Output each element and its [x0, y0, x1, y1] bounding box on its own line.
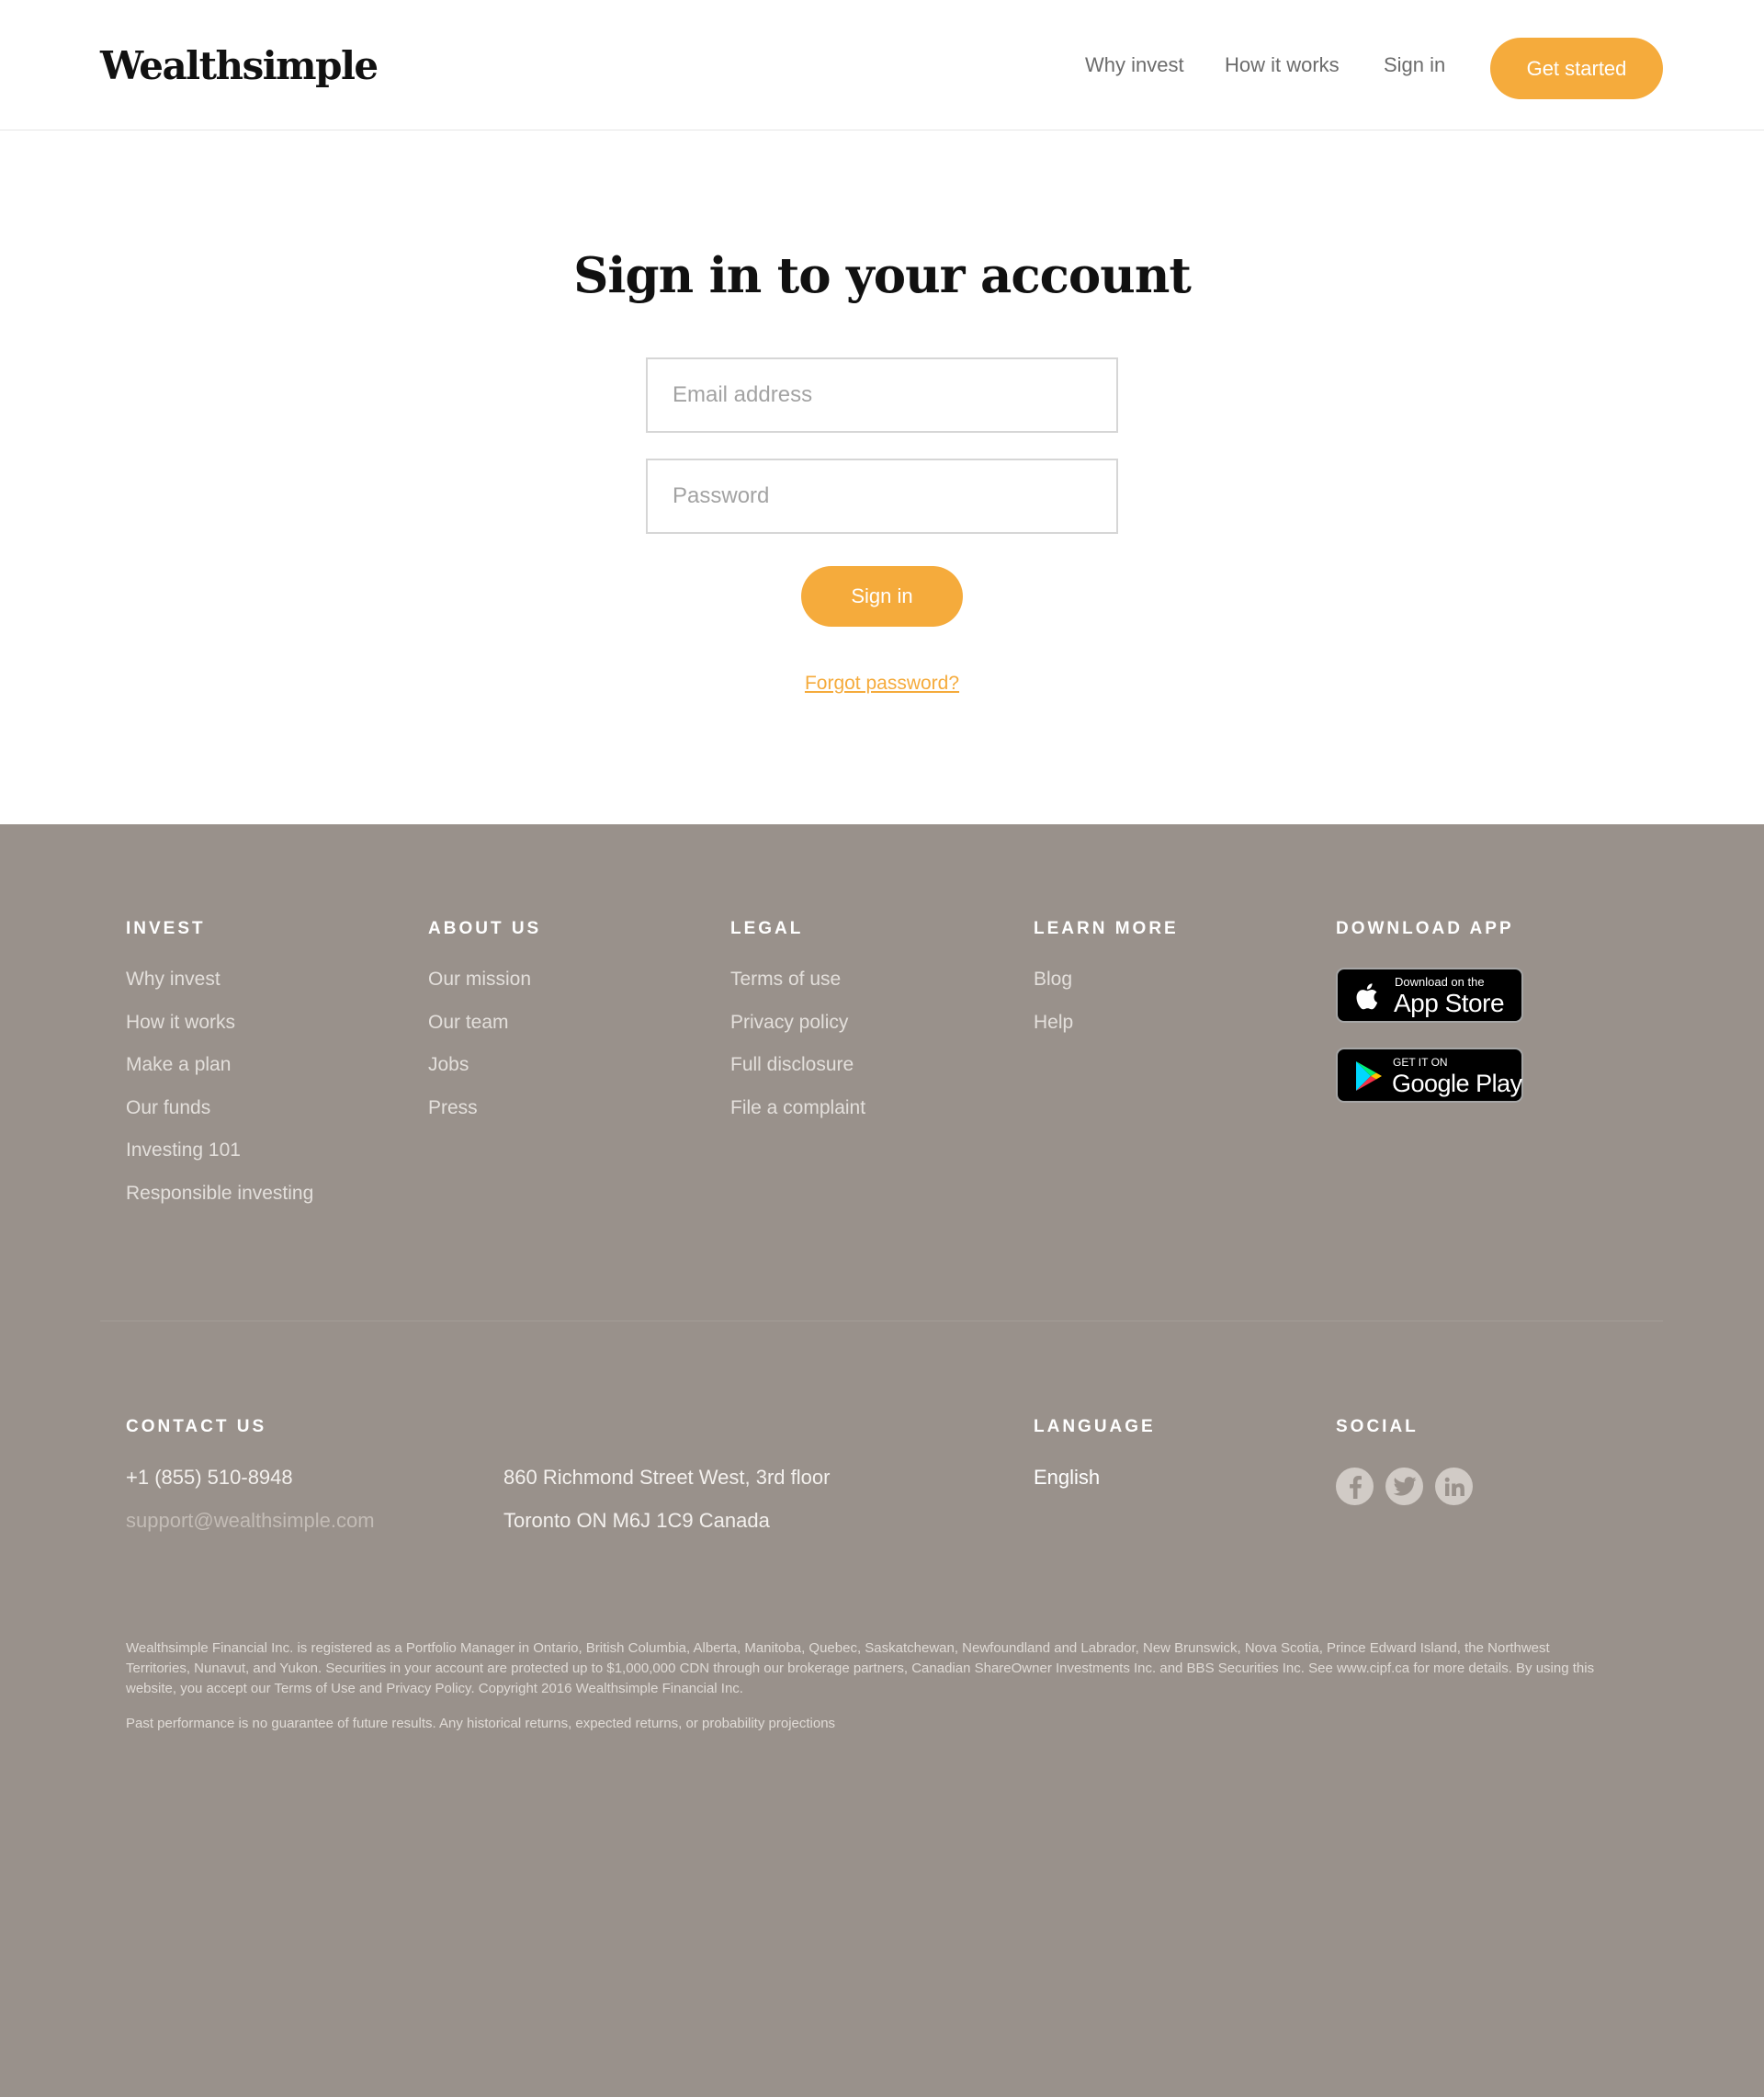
nav-how-it-works[interactable]: How it works [1225, 51, 1340, 79]
footer-link-full-disclosure[interactable]: Full disclosure [730, 1051, 854, 1079]
contact-address-line-2: Toronto ON M6J 1C9 Canada [503, 1509, 770, 1532]
footer-link-how-it-works[interactable]: How it works [126, 1009, 235, 1037]
wealthsimple-logo[interactable]: Wealthsimple [100, 40, 379, 92]
google-play-icon [1356, 1061, 1382, 1091]
google-play-badge[interactable]: GET IT ON Google Play [1336, 1048, 1523, 1103]
forgot-password-link[interactable]: Forgot password? [805, 673, 959, 694]
nav-sign-in[interactable]: Sign in [1384, 51, 1445, 79]
google-play-big-text: Google Play [1392, 1070, 1522, 1097]
footer-heading-legal: LEGAL [730, 919, 804, 938]
contact-email-link[interactable]: support@wealthsimple.com [126, 1507, 375, 1535]
footer-link-responsible-investing[interactable]: Responsible investing [126, 1180, 313, 1207]
sign-in-button[interactable]: Sign in [801, 566, 963, 627]
footer-link-investing-101[interactable]: Investing 101 [126, 1137, 241, 1164]
contact-phone[interactable]: +1 (855) 510-8948 [126, 1464, 293, 1491]
email-field[interactable] [646, 357, 1118, 433]
linkedin-glyph [1444, 1477, 1464, 1496]
footer-heading-social: SOCIAL [1336, 1417, 1419, 1436]
twitter-icon[interactable] [1385, 1468, 1423, 1505]
legal-disclaimer: Wealthsimple Financial Inc. is registere… [126, 1640, 1595, 1696]
page-title: Sign in to your account [573, 247, 1192, 304]
footer-link-our-funds[interactable]: Our funds [126, 1094, 210, 1122]
get-started-button[interactable]: Get started [1490, 38, 1663, 99]
footer-link-help[interactable]: Help [1034, 1009, 1073, 1037]
footer-heading-download-app: DOWNLOAD APP [1336, 919, 1514, 938]
footer-link-make-a-plan[interactable]: Make a plan [126, 1051, 231, 1079]
app-store-big-text: App Store [1394, 989, 1505, 1017]
footer-heading-invest: INVEST [126, 919, 206, 938]
footer-heading-contact: CONTACT US [126, 1417, 267, 1436]
footer-heading-about: ABOUT US [428, 919, 542, 938]
facebook-glyph [1349, 1475, 1362, 1499]
apple-icon [1356, 983, 1378, 1010]
language-selector[interactable]: English [1034, 1464, 1100, 1491]
footer-link-file-a-complaint[interactable]: File a complaint [730, 1094, 865, 1122]
footer-link-jobs[interactable]: Jobs [428, 1051, 469, 1079]
nav-why-invest[interactable]: Why invest [1085, 51, 1184, 79]
footer-heading-language: LANGUAGE [1034, 1417, 1156, 1436]
facebook-icon[interactable] [1336, 1468, 1374, 1505]
linkedin-icon[interactable] [1435, 1468, 1473, 1505]
footer-link-our-mission[interactable]: Our mission [428, 966, 531, 993]
twitter-glyph [1393, 1476, 1416, 1496]
footer-link-privacy-policy[interactable]: Privacy policy [730, 1009, 848, 1037]
past-performance-disclaimer: Past performance is no guarantee of futu… [126, 1716, 836, 1731]
footer-link-blog[interactable]: Blog [1034, 966, 1072, 993]
app-store-badge[interactable]: Download on the App Store [1336, 968, 1523, 1023]
password-field[interactable] [646, 459, 1118, 534]
site-header: Wealthsimple Why invest How it works Sig… [0, 0, 1764, 130]
contact-address-line-1: 860 Richmond Street West, 3rd floor [503, 1466, 831, 1489]
forgot-password-container: Forgot password? [0, 670, 1764, 697]
footer-heading-learn-more: LEARN MORE [1034, 919, 1179, 938]
footer-link-why-invest[interactable]: Why invest [126, 966, 220, 993]
footer-link-terms-of-use[interactable]: Terms of use [730, 966, 841, 993]
footer-link-press[interactable]: Press [428, 1094, 478, 1122]
footer-link-our-team[interactable]: Our team [428, 1009, 509, 1037]
